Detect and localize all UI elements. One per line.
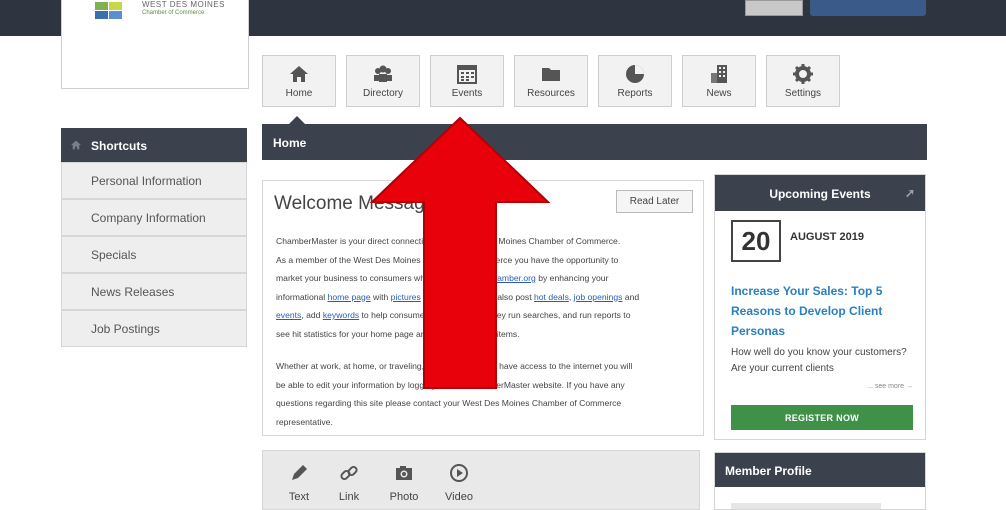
nav-tile-directory[interactable]: Directory: [346, 55, 420, 107]
nav-tile-label: Directory: [362, 88, 403, 99]
active-tile-pointer: [289, 116, 305, 124]
event-month: AUGUST 2019: [790, 231, 864, 243]
section-header: Home: [262, 124, 927, 160]
nav-tile-label: Home: [285, 88, 313, 99]
pencil-icon: [292, 465, 307, 480]
calendar-icon: [456, 63, 478, 85]
member-profile-header: Member Profile: [715, 453, 925, 487]
logo-subtitle: Chamber of Commerce: [142, 10, 205, 16]
keywords-link[interactable]: keywords: [323, 310, 359, 320]
member-profile-title: Member Profile: [725, 464, 812, 478]
sidebar-item-news-releases[interactable]: News Releases: [61, 273, 247, 310]
play-icon: [450, 464, 468, 482]
post-action-label: Text: [288, 491, 310, 503]
sidebar-item-company-information[interactable]: Company Information: [61, 199, 247, 236]
gear-icon: [792, 63, 814, 85]
folder-icon: [540, 63, 562, 85]
sidebar-item-label: Job Postings: [91, 322, 160, 336]
nav-tile-home[interactable]: Home: [262, 55, 336, 107]
nav-tile-news[interactable]: News: [682, 55, 756, 107]
red-annotation-arrow: [369, 116, 551, 389]
sidebar-title: Shortcuts: [91, 139, 148, 153]
logo-mark: [95, 2, 135, 20]
camera-icon: [396, 466, 412, 480]
pie-chart-icon: [624, 63, 646, 85]
nav-tile-events[interactable]: Events: [430, 55, 504, 107]
event-description: How well do you know your customers? Are…: [731, 347, 907, 374]
building-icon: [708, 63, 730, 85]
sidebar-item-job-postings[interactable]: Job Postings: [61, 310, 247, 347]
share-arrow-icon[interactable]: ➚: [905, 186, 915, 200]
sidebar-item-label: Personal Information: [91, 174, 202, 188]
post-composer: Text Link Photo Video: [262, 450, 700, 510]
nav-tile-resources[interactable]: Resources: [514, 55, 588, 107]
sidebar-header: Shortcuts: [61, 128, 247, 162]
welcome-line: questions regarding this site please con…: [276, 398, 622, 408]
upcoming-events-panel: Upcoming Events ➚ 20 AUGUST 2019 Increas…: [714, 174, 926, 440]
post-action-label: Photo: [389, 491, 419, 503]
nav-tile-settings[interactable]: Settings: [766, 55, 840, 107]
user-menu-button[interactable]: [810, 0, 926, 16]
section-title: Home: [273, 136, 307, 150]
see-more-link[interactable]: ... see more →: [867, 383, 913, 390]
sidebar-item-label: Specials: [91, 248, 137, 262]
nav-tile-label: News: [706, 88, 732, 99]
post-text-button[interactable]: Text: [279, 463, 319, 503]
member-profile-content-placeholder: [731, 503, 881, 509]
register-now-button[interactable]: REGISTER NOW: [731, 405, 913, 430]
home-page-link[interactable]: home page: [328, 292, 371, 302]
job-openings-link[interactable]: job openings: [574, 292, 623, 302]
nav-tile-reports[interactable]: Reports: [598, 55, 672, 107]
member-profile-panel: Member Profile: [714, 452, 926, 510]
user-avatar[interactable]: [745, 0, 803, 16]
post-photo-button[interactable]: Photo: [384, 463, 424, 503]
post-link-button[interactable]: Link: [329, 463, 369, 503]
text-run: , add: [301, 310, 323, 320]
sidebar-item-label: News Releases: [91, 285, 175, 299]
nav-tile-label: Resources: [527, 88, 575, 99]
home-icon: [288, 63, 310, 85]
welcome-line: representative.: [276, 416, 333, 427]
read-later-button[interactable]: Read Later: [616, 190, 693, 213]
logo[interactable]: WEST DES MOINES Chamber of Commerce: [61, 0, 249, 89]
event-day: 20: [731, 220, 781, 262]
text-run: informational: [276, 291, 328, 302]
post-action-label: Link: [338, 491, 360, 503]
text-run: and: [622, 291, 640, 302]
sidebar-item-label: Company Information: [91, 211, 206, 225]
event-title-link[interactable]: Increase Your Sales: Top 5 Reasons to De…: [731, 281, 921, 341]
link-icon: [340, 465, 358, 481]
logo-title: WEST DES MOINES: [142, 0, 225, 9]
events-header: Upcoming Events ➚: [715, 175, 925, 211]
nav-tile-label: Events: [451, 88, 483, 99]
sidebar-item-personal-information[interactable]: Personal Information: [61, 162, 247, 199]
events-title: Upcoming Events: [769, 187, 871, 201]
post-action-label: Video: [445, 491, 473, 503]
sidebar-item-specials[interactable]: Specials: [61, 236, 247, 273]
nav-tile-label: Reports: [617, 88, 653, 99]
post-video-button[interactable]: Video: [439, 463, 479, 503]
events-link[interactable]: events: [276, 310, 301, 320]
users-icon: [372, 63, 394, 85]
home-icon: [70, 139, 82, 154]
nav-tile-label: Settings: [784, 88, 822, 99]
